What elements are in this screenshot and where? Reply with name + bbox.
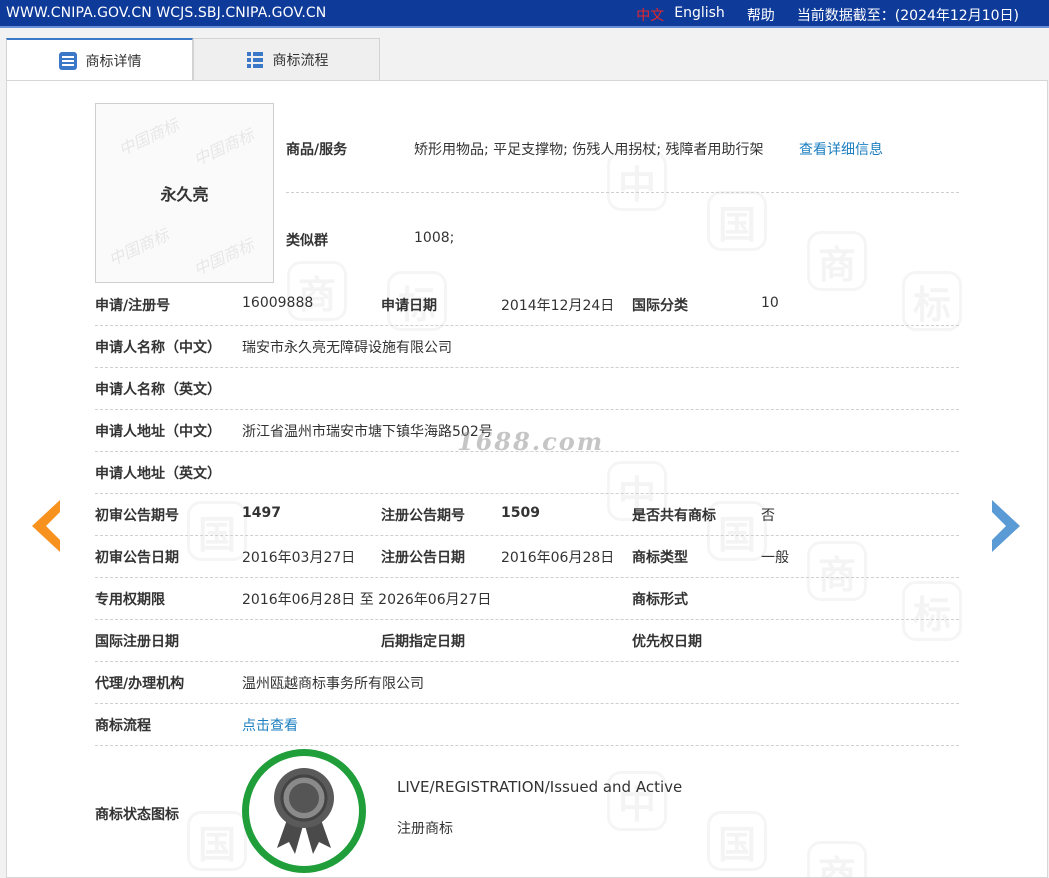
previous-arrow-icon[interactable] [24,496,64,556]
term-value: 2016年06月28日 至 2026年06月27日 [242,592,492,608]
similar-group-value: 1008; [414,230,455,246]
agent-label: 代理/办理机构 [95,676,185,692]
tm-type-value: 一般 [761,550,789,566]
intl-class-value: 10 [761,295,779,311]
divider [95,745,959,746]
thumb-watermark: 中国商标 [115,115,182,160]
watermark-stamp: 商 [807,231,867,291]
divider [95,535,959,536]
lang-english-link[interactable]: English [674,5,725,25]
status-english: LIVE/REGISTRATION/Issued and Active [397,778,683,796]
applicant-cn-value: 瑞安市永久亮无障碍设施有限公司 [242,340,452,356]
tm-type-label: 商标类型 [632,550,688,566]
divider [95,661,959,662]
watermark-stamp: 标 [902,581,962,641]
apply-date-label: 申请日期 [381,298,437,314]
reg-no-value: 16009888 [242,295,314,311]
watermark-stamp: 国 [187,501,247,561]
later-designation-label: 后期指定日期 [381,634,465,650]
tab-trademark-details[interactable]: 商标详情 [6,38,193,82]
prelim-no-value: 1497 [242,505,281,521]
prelim-date-value: 2016年03月27日 [242,550,356,566]
list-grid-icon [245,50,265,70]
divider [95,367,959,368]
next-arrow-icon[interactable] [988,496,1028,556]
thumb-watermark: 中国商标 [190,235,257,280]
reg-no-label: 申请/注册号 [95,298,171,314]
top-bar-links: 中文 English 帮助 当前数据截至：(2024年12月10日) [636,5,1019,25]
reg-pub-no-label: 注册公告期号 [381,508,465,524]
agent-value: 温州瓯越商标事务所有限公司 [242,676,424,692]
apply-date-value: 2014年12月24日 [501,298,615,314]
site-urls[interactable]: WWW.CNIPA.GOV.CN WCJS.SBJ.CNIPA.GOV.CN [6,5,326,21]
applicant-cn-label: 申请人名称（中文） [95,340,221,356]
term-label: 专用权期限 [95,592,165,608]
registered-status-badge [242,749,366,873]
process-view-link[interactable]: 点击查看 [242,715,298,735]
prelim-date-label: 初审公告日期 [95,550,179,566]
watermark-stamp: 商 [287,261,347,321]
reg-pub-date-value: 2016年06月28日 [501,550,615,566]
watermark-stamp: 国 [707,811,767,871]
divider [95,493,959,494]
award-ribbon-icon [274,768,334,854]
similar-group-label: 类似群 [286,233,328,249]
goods-label: 商品/服务 [286,142,348,158]
tm-form-label: 商标形式 [632,592,688,608]
prelim-no-label: 初审公告期号 [95,508,179,524]
help-link[interactable]: 帮助 [747,5,775,25]
shared-value: 否 [761,508,775,524]
lang-chinese-link[interactable]: 中文 [636,5,664,25]
watermark-stamp: 商 [807,841,867,877]
intl-reg-date-label: 国际注册日期 [95,634,179,650]
watermark-stamp: 标 [902,271,962,331]
divider [95,619,959,620]
applicant-en-label: 申请人名称（英文） [95,382,221,398]
list-detail-icon [58,51,78,71]
thumb-watermark: 中国商标 [190,125,257,170]
divider [95,325,959,326]
divider [95,577,959,578]
goods-detail-link[interactable]: 查看详细信息 [799,139,883,159]
tab-trademark-process[interactable]: 商标流程 [193,38,380,81]
divider [286,192,959,193]
watermark-stamp: 国 [707,501,767,561]
priority-date-label: 优先权日期 [632,634,702,650]
process-label: 商标流程 [95,718,151,734]
trademark-name: 永久亮 [160,185,209,204]
watermark-stamp: 国 [707,191,767,251]
reg-pub-no-value: 1509 [501,505,540,521]
watermark-stamp: 国 [187,811,247,871]
trademark-detail-panel: 中 国 商 标 中 国 商 标 国 商 标 中 国 商 国 中国商标 中国商标 … [6,80,1048,878]
status-icon-label: 商标状态图标 [95,807,179,823]
top-bar: WWW.CNIPA.GOV.CN WCJS.SBJ.CNIPA.GOV.CN 中… [0,0,1049,28]
thumb-watermark: 中国商标 [105,225,172,270]
address-en-label: 申请人地址（英文） [95,466,221,482]
status-chinese: 注册商标 [397,821,453,837]
shared-label: 是否共有商标 [632,508,716,524]
tab-label: 商标流程 [272,53,329,69]
tab-label: 商标详情 [85,54,142,70]
divider [95,409,959,410]
trademark-image[interactable]: 中国商标 中国商标 中国商标 中国商标 永久亮 [95,103,274,283]
tab-bar: 商标详情 商标流程 [6,38,380,82]
divider [95,451,959,452]
divider [95,703,959,704]
goods-value: 矫形用物品; 平足支撑物; 伤残人用拐杖; 残障者用助行架 [414,142,764,158]
data-date: 当前数据截至：(2024年12月10日) [796,8,1019,24]
watermark-stamp: 中 [607,151,667,211]
address-cn-value: 浙江省温州市瑞安市塘下镇华海路502号 [242,424,493,440]
address-cn-label: 申请人地址（中文） [95,424,221,440]
intl-class-label: 国际分类 [632,298,688,314]
reg-pub-date-label: 注册公告日期 [381,550,465,566]
watermark-stamp: 商 [807,541,867,601]
